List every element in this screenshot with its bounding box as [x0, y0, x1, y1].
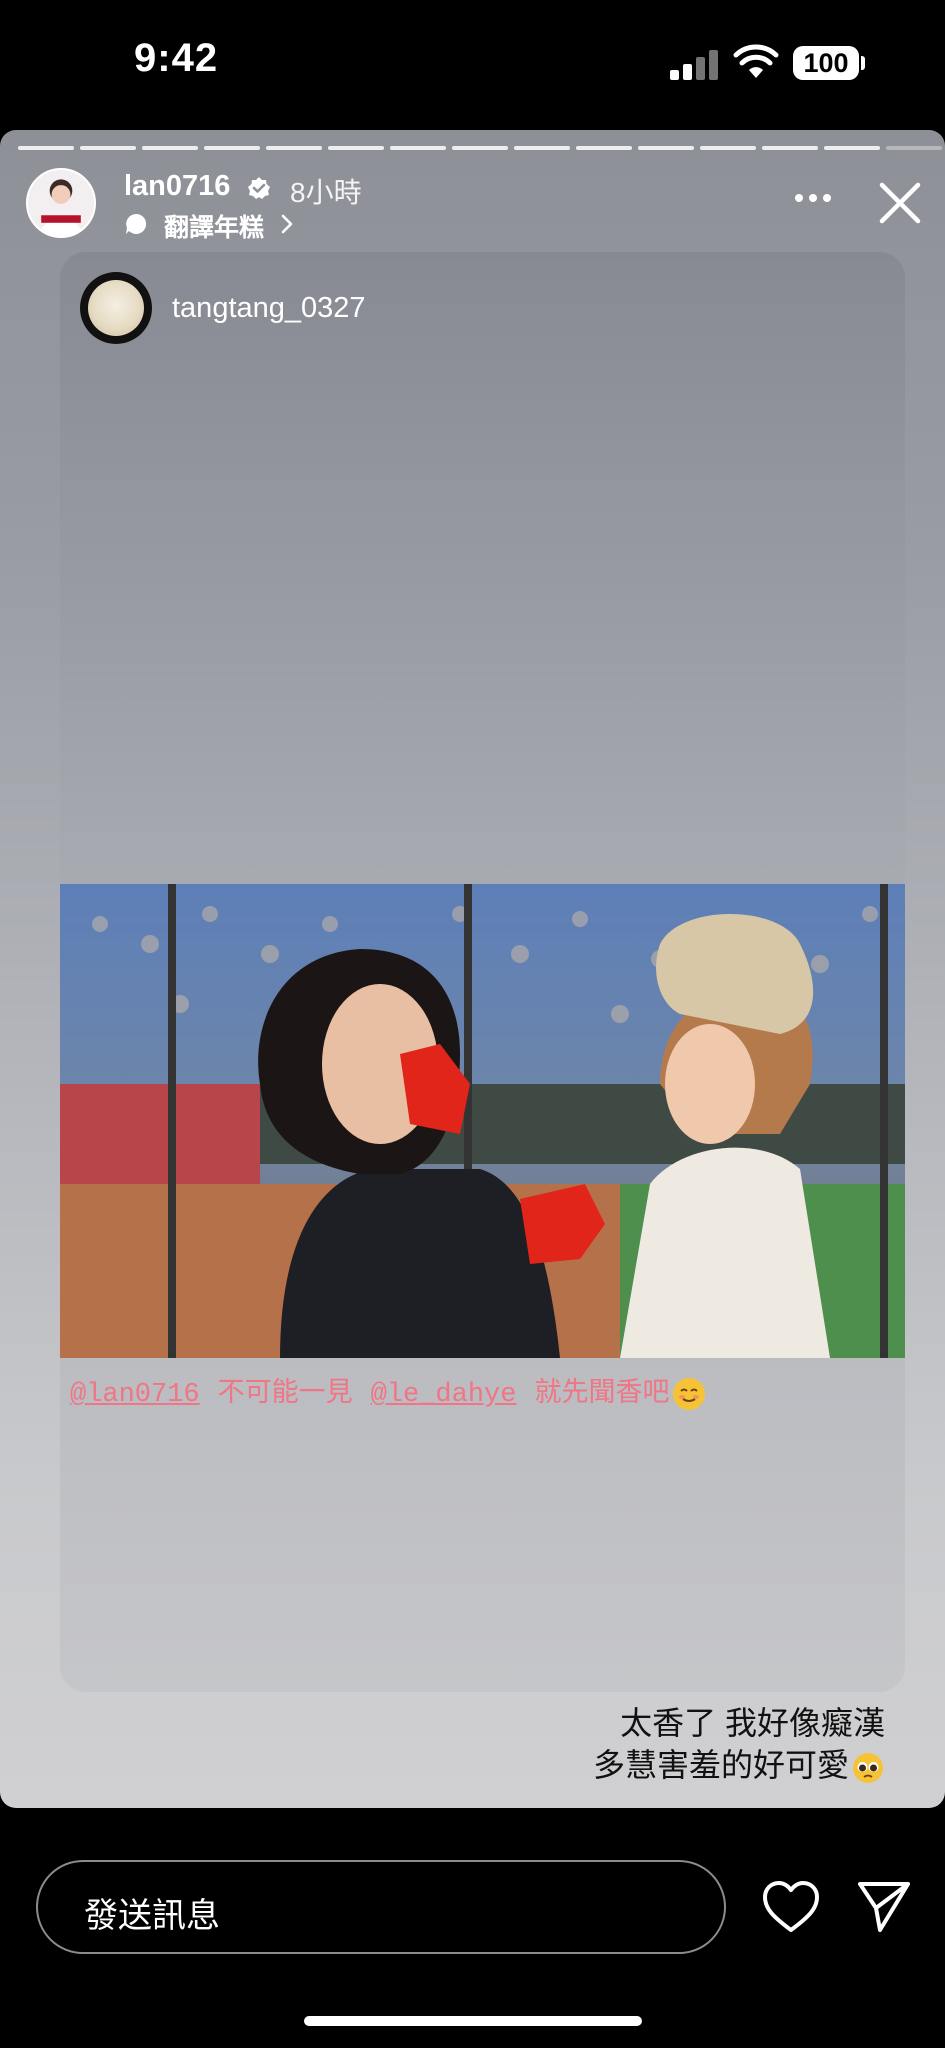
story-text-overlay: 太香了 我好像癡漢 多慧害羞的好可愛	[593, 1702, 885, 1786]
status-time: 9:42	[134, 36, 219, 80]
verified-icon	[248, 177, 270, 199]
story-progress	[18, 146, 942, 150]
caption-text-2: 就先聞香吧	[534, 1377, 670, 1407]
story-time-ago: 8小時	[290, 177, 362, 208]
battery-icon: 100	[793, 46, 859, 80]
translate-button[interactable]: 翻譯年糕	[164, 208, 264, 244]
pleading-face-icon	[853, 1752, 883, 1783]
heart-icon[interactable]	[762, 1880, 820, 1934]
caption-text-1: 不可能一見	[217, 1377, 353, 1407]
story-text-line-1: 太香了 我好像癡漢	[620, 1705, 885, 1741]
shared-post-photo	[60, 884, 905, 1358]
smiling-emoji-icon	[673, 1377, 706, 1410]
translate-icon	[126, 213, 147, 234]
shared-post-caption: @lan0716 不可能一見 @le_dahye 就先聞香吧	[70, 1370, 707, 1412]
dumpling-logo-icon	[88, 280, 144, 336]
send-icon[interactable]	[856, 1878, 912, 1934]
close-icon[interactable]	[877, 180, 923, 226]
story-text-line-2: 多慧害羞的好可愛	[592, 1747, 849, 1783]
home-indicator	[304, 2016, 642, 2026]
shared-post-username[interactable]: tangtang_0327	[172, 292, 366, 325]
story-viewer[interactable]: lan0716 8小時 翻譯年糕 tangtang_0327 @lan0716 …	[0, 130, 945, 1808]
chevron-right-icon	[281, 214, 293, 234]
status-bar: 9:42 100	[0, 0, 945, 130]
caption-mention-le-dahye[interactable]: @le_dahye	[371, 1380, 517, 1410]
caption-mention-lan0716[interactable]: @lan0716	[70, 1380, 200, 1410]
shared-post-card[interactable]: tangtang_0327 @lan0716 不可能一見 @le_dahye 就…	[60, 252, 905, 1692]
story-avatar[interactable]	[26, 168, 96, 238]
message-placeholder: 發送訊息	[84, 1897, 220, 1935]
wifi-icon	[733, 44, 779, 78]
shared-post-avatar[interactable]	[80, 272, 152, 344]
send-message-input[interactable]: 發送訊息	[36, 1860, 726, 1954]
more-icon[interactable]	[793, 192, 833, 204]
signal-icon	[670, 50, 720, 80]
battery-tip	[861, 56, 865, 70]
story-username[interactable]: lan0716	[124, 170, 230, 203]
